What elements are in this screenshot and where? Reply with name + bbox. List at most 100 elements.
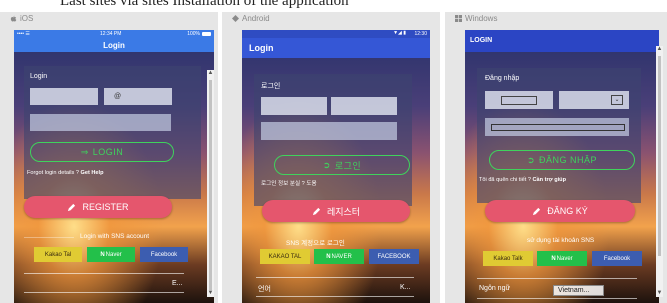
windows-username-field[interactable] [485,91,553,109]
windows-app-title: LOGIN [470,37,493,44]
ios-email-domain-field[interactable]: @ [104,88,172,105]
ios-kakao-button[interactable]: Kakao Tal [34,247,82,262]
login-arrow-icon: ➲ [322,159,331,170]
android-naver-label: NAVER [331,253,352,260]
windows-scroll-thumb[interactable] [658,56,661,256]
battery-icon [202,32,211,36]
apple-icon [10,15,17,22]
windows-naver-button[interactable]: N Naver [537,251,587,266]
chevron-down-icon[interactable]: ⌄ [611,95,623,105]
android-platform-tag: Android [232,14,270,23]
windows-forgot-prefix: Tôi đã quên chi tiết ? [479,177,533,183]
windows-password-field[interactable] [485,118,629,136]
android-password-field[interactable] [261,122,397,140]
windows-register-label: ĐĂNG KÝ [547,206,588,216]
caption-text: Last sites via sites Installation of the… [60,0,349,9]
ios-login-card: Login @ ⇒ LOGIN Forgot login details ? G… [24,66,201,199]
android-language-line-top [256,277,414,278]
windows-icon [455,15,462,22]
ios-forgot-prefix: Forgot login details ? [27,170,81,176]
login-arrow-icon: ➲ [526,154,536,165]
android-card-label: 로그인 [261,83,281,90]
android-register-button[interactable]: 레지스터 [262,200,410,222]
android-naver-button[interactable]: N NAVER [314,249,364,264]
ios-platform-tag: iOS [10,14,33,23]
windows-platform-label: Windows [465,14,498,23]
ios-sns-text: Login with SNS account [80,233,150,240]
windows-panel: Windows LOGIN Đăng nhập ⌄ ➲ ĐĂNG NHẬP Tô… [445,12,667,303]
signal-icon: ▼◢ ▮ [393,30,406,36]
scroll-up-icon[interactable]: ▲ [207,70,214,77]
ios-naver-label: Naver [105,251,122,258]
android-register-label: 레지스터 [326,206,361,217]
ios-forgot-text: Forgot login details ? Get Help [27,170,104,176]
scroll-up-icon[interactable]: ▲ [656,46,663,53]
ios-language-line-bottom [24,292,184,293]
ios-scrollbar[interactable]: ▲ ▼ [207,70,214,297]
windows-login-button[interactable]: ➲ ĐĂNG NHẬP [489,150,635,170]
windows-language-value: Vietnam... [558,287,590,294]
ios-register-button[interactable]: REGISTER [24,196,172,218]
pencil-icon [533,207,541,215]
windows-kakao-button[interactable]: Kakao Talk [483,251,533,266]
windows-username-inner [501,96,537,105]
ios-email-at: @ [114,93,122,100]
scroll-down-icon[interactable]: ▼ [207,290,214,297]
ios-phone-screen: •••• ☰ 12:34 PM 100% Login Login @ ⇒ LOG… [14,30,214,303]
scroll-down-icon[interactable]: ▼ [656,290,663,297]
ios-platform-label: iOS [20,14,34,23]
ios-language-value[interactable]: E... [172,280,183,287]
ios-get-help-link[interactable]: Get Help [80,170,103,176]
android-phone-screen: ▼◢ ▮ 12:30 Login 로그인 ➲ 로그인 로그인 정보 분실 ? 도… [242,30,430,303]
windows-register-button[interactable]: ĐĂNG KÝ [485,200,635,222]
ios-status-bar: •••• ☰ 12:34 PM 100% [14,30,214,39]
ios-register-label: REGISTER [82,202,129,212]
ios-login-button[interactable]: ⇒ LOGIN [30,142,174,162]
windows-language-line-top [477,278,637,279]
ios-carrier: •••• ☰ [17,31,30,37]
windows-kakao-label: Kakao Talk [493,255,523,262]
android-facebook-label: FACEBOOK [377,253,411,260]
android-time: 12:30 [414,31,427,37]
ios-time: 12:34 PM [100,31,122,37]
android-app-title: Login [249,43,274,53]
ios-password-field[interactable] [30,114,171,131]
android-status-bar: ▼◢ ▮ 12:30 [242,30,430,38]
windows-facebook-button[interactable]: Facebook [592,251,642,266]
windows-scrollbar[interactable]: ▲ ▼ [656,46,663,297]
windows-language-line-bottom [477,298,637,299]
windows-forgot-text: Tôi đã quên chi tiết ? Cần trợ giúp [479,177,566,183]
ios-panel: iOS •••• ☰ 12:34 PM 100% Login Login @ ⇒… [0,12,218,303]
ios-naver-button[interactable]: N Naver [87,247,135,262]
android-app-bar: Login [242,38,430,58]
android-login-button[interactable]: ➲ 로그인 [274,155,410,175]
android-kakao-label: KAKAO TAL [268,253,302,260]
naver-n-icon: N [326,253,331,260]
android-sns-text: SNS 계정으로 로그인 [286,240,345,247]
windows-app-bar: LOGIN [465,30,659,52]
android-forgot-text[interactable]: 로그인 정보 분실 ? 도움 [261,179,317,187]
ios-scroll-thumb[interactable] [209,80,212,290]
windows-language-select[interactable]: Vietnam... [553,285,605,296]
login-arrow-icon: ⇒ [80,146,89,157]
android-language-value[interactable]: K... [400,284,411,291]
android-email-domain-field[interactable] [331,97,397,115]
windows-get-help-link[interactable]: Cần trợ giúp [533,177,567,183]
windows-phone-screen: LOGIN Đăng nhập ⌄ ➲ ĐĂNG NHẬP Tôi đã quê… [465,30,659,303]
windows-email-domain-select[interactable]: ⌄ [559,91,629,109]
android-username-field[interactable] [261,97,327,115]
ios-language-line-top [24,273,184,274]
windows-password-inner [491,124,625,131]
ios-sns-divider-left [24,237,74,238]
android-language-line-bottom [256,296,414,297]
figure-caption: Last sites via sites Installation of the… [0,0,667,12]
ios-username-field[interactable] [30,88,98,105]
windows-naver-label: Naver [556,255,573,262]
android-facebook-button[interactable]: FACEBOOK [369,249,419,264]
android-kakao-button[interactable]: KAKAO TAL [260,249,310,264]
windows-sns-text: sử dụng tài khoản SNS [527,237,595,244]
ios-login-label: LOGIN [92,147,124,157]
windows-login-card: Đăng nhập ⌄ ➲ ĐĂNG NHẬP Tôi đã quên chi … [477,68,641,203]
ios-facebook-button[interactable]: Facebook [140,247,188,262]
android-language-label: 언어 [258,286,271,293]
